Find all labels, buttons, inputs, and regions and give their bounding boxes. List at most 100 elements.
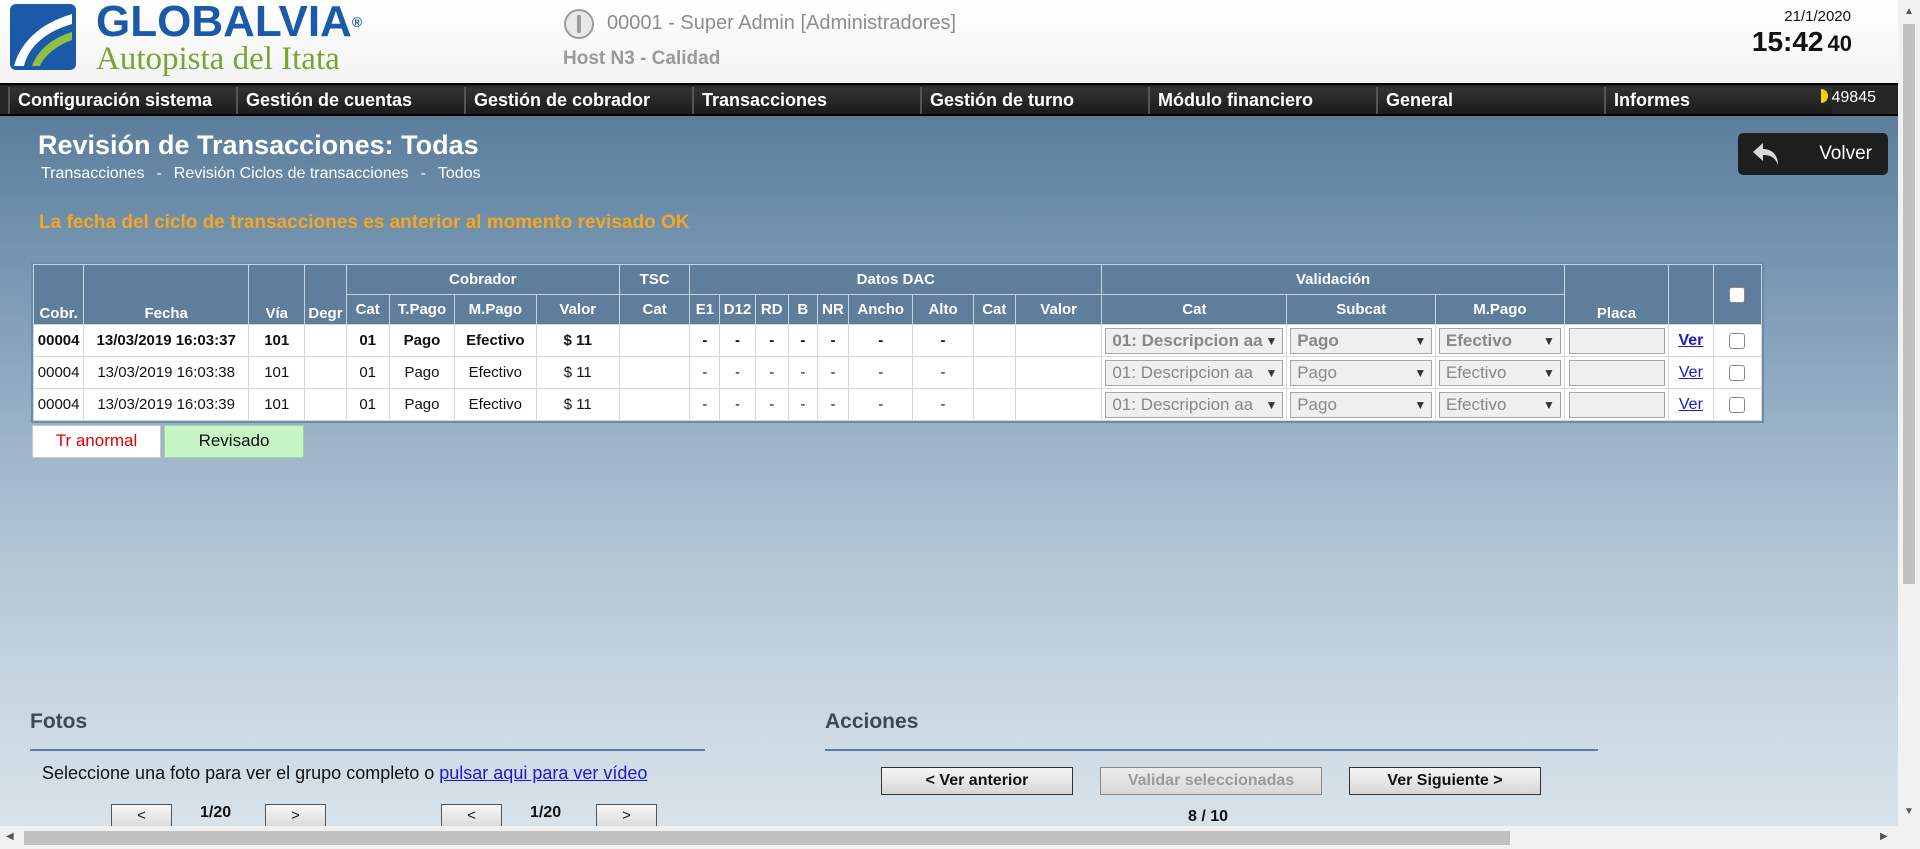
fotos-divider — [30, 749, 705, 751]
photo2-next-button[interactable]: > — [596, 804, 657, 828]
ver-link[interactable]: Ver — [1679, 364, 1703, 381]
validation-mpago-select[interactable]: Efectivo ▼ — [1438, 359, 1561, 386]
legend-abnormal: Tr anormal — [32, 425, 161, 458]
app-header: GLOBALVIA® Autopista del Itata 00001 - S… — [0, 0, 1898, 83]
row-checkbox[interactable] — [1729, 333, 1746, 350]
cell-e1: - — [689, 356, 721, 389]
col-val-cat: Cat — [1101, 294, 1288, 325]
validate-selected-button[interactable]: Validar seleccionadas — [1100, 767, 1322, 795]
menu-counter: 49845 — [1820, 89, 1876, 107]
current-date: 21/1/2020 — [1784, 8, 1851, 25]
menu-gestion-turno[interactable]: Gestión de turno — [920, 87, 1148, 114]
dropdown-arrow-icon: ▼ — [1543, 365, 1555, 380]
cell-fecha: 13/03/2019 16:03:38 — [83, 356, 250, 389]
breadcrumb-item[interactable]: Transacciones — [41, 165, 144, 182]
cell-tpago: Pago — [388, 324, 456, 357]
row-checkbox[interactable] — [1729, 365, 1746, 382]
acciones-title: Acciones — [825, 710, 919, 733]
scroll-up-icon[interactable]: ▲ — [1904, 6, 1914, 17]
prev-transaction-button[interactable]: < Ver anterior — [881, 767, 1073, 795]
breadcrumb: Transacciones - Revisión Ciclos de transac… — [41, 165, 481, 182]
col-via: Vía — [248, 264, 306, 325]
back-button[interactable]: Volver — [1738, 133, 1888, 175]
back-arrow-icon — [1753, 143, 1778, 165]
scroll-left-icon[interactable]: ◀ — [6, 831, 14, 842]
back-button-label: Volver — [1819, 143, 1872, 164]
dropdown-arrow-icon: ▼ — [1414, 333, 1427, 348]
ver-link[interactable]: Ver — [1678, 332, 1703, 349]
col-e1: E1 — [689, 294, 721, 325]
validation-subcat-select[interactable]: Pago ▼ — [1290, 327, 1433, 354]
col-alto: Alto — [912, 294, 974, 325]
legend-reviewed: Revisado — [164, 425, 304, 458]
menu-gestion-cuentas[interactable]: Gestión de cuentas — [236, 87, 466, 114]
cell-nr: - — [816, 324, 850, 357]
horizontal-scrollbar[interactable]: ◀ ▶ — [0, 826, 1920, 849]
col-val-mpago: M.Pago — [1435, 294, 1565, 325]
breadcrumb-item: Todos — [437, 165, 481, 182]
brand-name: GLOBALVIA® — [96, 0, 363, 46]
menu-configuracion-sistema[interactable]: Configuración sistema — [8, 87, 240, 114]
ver-link[interactable]: Ver — [1679, 396, 1703, 413]
menu-general[interactable]: General — [1376, 87, 1606, 114]
power-icon[interactable] — [563, 8, 595, 40]
cell-alto: - — [912, 388, 974, 421]
placa-input[interactable] — [1568, 391, 1665, 418]
validation-cat-select[interactable]: 01: Descripcion aa ▼ — [1105, 327, 1284, 354]
photo-pager: 1/20 — [200, 804, 232, 821]
validation-mpago-select[interactable]: Efectivo ▼ — [1438, 327, 1561, 354]
row-checkbox[interactable] — [1729, 397, 1746, 414]
video-link[interactable]: pulsar aqui para ver vídeo — [439, 763, 647, 783]
cell-e1: - — [689, 324, 721, 357]
vertical-scroll-thumb[interactable] — [1903, 24, 1915, 584]
cell-valor: $ 11 — [535, 356, 620, 389]
scroll-down-icon[interactable]: ▼ — [1904, 806, 1914, 817]
cell-cobr: 00004 — [32, 356, 85, 389]
cell-b: - — [787, 388, 818, 421]
placa-input[interactable] — [1568, 359, 1665, 386]
validation-cat-select[interactable]: 01: Descripcion aa ▼ — [1105, 391, 1284, 418]
table-row[interactable]: 00004 13/03/2019 16:03:37 101 01 Pago Ef… — [32, 324, 1763, 357]
cell-tsc-cat — [618, 324, 691, 357]
cell-tpago: Pago — [388, 356, 456, 389]
col-rd: RD — [754, 294, 789, 325]
col-ancho: Ancho — [848, 294, 914, 325]
horizontal-scroll-thumb[interactable] — [24, 831, 1510, 845]
cell-fecha: 13/03/2019 16:03:39 — [83, 388, 250, 421]
fotos-title: Fotos — [30, 710, 88, 733]
cell-cat: 01 — [345, 356, 390, 389]
breadcrumb-item[interactable]: Revisión Ciclos de transacciones — [174, 165, 409, 182]
cell-rd: - — [754, 356, 789, 389]
next-transaction-button[interactable]: Ver Siguiente > — [1349, 767, 1541, 795]
validation-cat-select[interactable]: 01: Descripcion aa ▼ — [1105, 359, 1284, 386]
main-menu: Configuración sistema Gestión de cuentas… — [0, 83, 1898, 116]
table-row[interactable]: 00004 13/03/2019 16:03:38 101 01 Pago Ef… — [32, 356, 1763, 389]
validation-subcat-select[interactable]: Pago ▼ — [1290, 359, 1433, 386]
select-all-checkbox[interactable] — [1729, 287, 1746, 304]
validation-mpago-select[interactable]: Efectivo ▼ — [1438, 391, 1561, 418]
cell-mpago: Efectivo — [454, 388, 537, 421]
photo-prev-button[interactable]: < — [111, 804, 172, 828]
cell-cobr: 00004 — [32, 388, 85, 421]
menu-modulo-financiero[interactable]: Módulo financiero — [1148, 87, 1378, 114]
cell-b: - — [787, 356, 818, 389]
col-mpago: M.Pago — [454, 294, 537, 325]
menu-gestion-cobrador[interactable]: Gestión de cobrador — [464, 87, 692, 114]
scroll-right-icon[interactable]: ▶ — [1880, 831, 1888, 842]
cell-b: - — [787, 324, 818, 357]
menu-transacciones[interactable]: Transacciones — [692, 87, 920, 114]
menu-informes[interactable]: Informes — [1604, 87, 1832, 114]
vertical-scrollbar[interactable]: ▲ ▼ — [1898, 0, 1920, 826]
brand-subtitle: Autopista del Itata — [96, 41, 340, 77]
placa-input[interactable] — [1568, 327, 1665, 354]
cell-ancho: - — [848, 324, 914, 357]
page-title: Revisión de Transacciones: Todas — [38, 130, 479, 160]
validation-subcat-select[interactable]: Pago ▼ — [1290, 391, 1433, 418]
cell-via: 101 — [248, 388, 306, 421]
table-row[interactable]: 00004 13/03/2019 16:03:39 101 01 Pago Ef… — [32, 388, 1763, 421]
col-degr: Degr — [304, 264, 347, 325]
photo-next-button[interactable]: > — [265, 804, 326, 828]
photo2-prev-button[interactable]: < — [441, 804, 502, 828]
cell-valor: $ 11 — [535, 388, 620, 421]
col-dac-valor: Valor — [1014, 294, 1103, 325]
